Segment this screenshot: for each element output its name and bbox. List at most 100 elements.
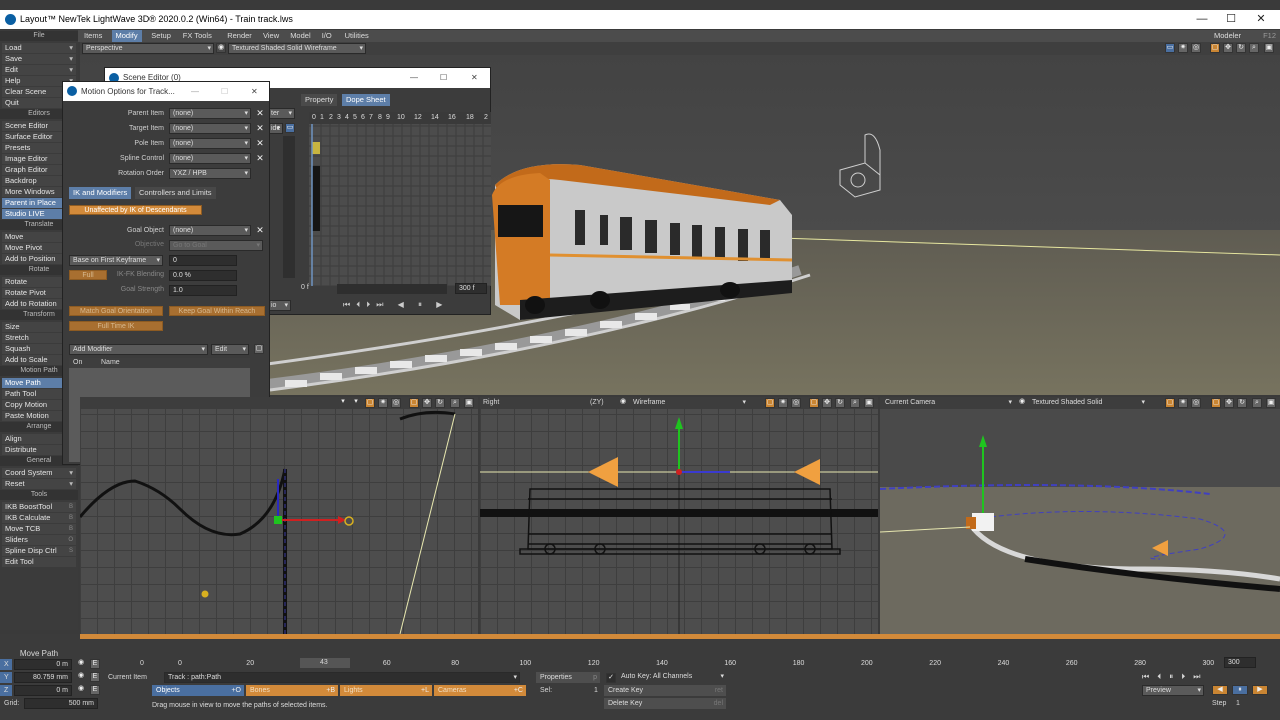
grid-value[interactable]: 500 mm: [24, 698, 98, 709]
rv-eye-icon[interactable]: ◉: [618, 398, 628, 408]
scene-close-icon[interactable]: ✕: [471, 68, 478, 88]
sidebar-item-load[interactable]: Load: [2, 43, 76, 53]
y-eye-icon[interactable]: ◉: [76, 672, 86, 682]
cv-render-icon[interactable]: ◎: [1191, 398, 1201, 408]
auto-key-checkbox[interactable]: ✓: [606, 673, 616, 683]
tab-property[interactable]: Property: [301, 94, 338, 106]
maximize-view-icon[interactable]: ▣: [1264, 43, 1274, 53]
frame-icon[interactable]: ▢: [1210, 43, 1220, 53]
maximize-icon[interactable]: ☐: [1216, 10, 1246, 29]
x-envelope-icon[interactable]: E: [90, 659, 100, 669]
keyframe-mode-select[interactable]: Base on First Keyframe: [69, 255, 163, 266]
delete-key-button[interactable]: Delete Key del: [604, 698, 726, 709]
viewport-dropdown2-icon[interactable]: ▾: [351, 398, 361, 408]
copy-icon[interactable]: ▢: [254, 344, 264, 354]
y-envelope-icon[interactable]: E: [90, 672, 100, 682]
properties-button[interactable]: Properties p: [536, 672, 600, 683]
sidebar-item-save[interactable]: Save: [2, 54, 76, 64]
keyframe-marker[interactable]: [312, 142, 320, 154]
z-value-field[interactable]: 0 m: [14, 685, 72, 696]
dope-sheet-grid[interactable]: [309, 116, 491, 286]
motion-maximize-icon[interactable]: ☐: [221, 82, 228, 101]
x-axis-label[interactable]: X: [0, 659, 12, 670]
motion-minimize-icon[interactable]: —: [191, 82, 199, 101]
sidebar-item-coord-system[interactable]: Coord System: [2, 468, 76, 478]
rv-zoom-icon[interactable]: ⌕: [850, 398, 860, 408]
timeline-slider-knob[interactable]: 43: [300, 658, 350, 668]
monitor-icon[interactable]: ▭: [1165, 43, 1175, 53]
sidebar-item-ikb-calculate[interactable]: IKB Calculate B: [2, 513, 76, 523]
z-eye-icon[interactable]: ◉: [76, 685, 86, 695]
right-viewport[interactable]: Right (ZY) ◉ Wireframe ▢ ✷ ◎ ▢ ✥ ↻ ⌕ ▣: [480, 397, 878, 634]
item-type-objects[interactable]: Objects +O: [152, 685, 244, 696]
tv-zoom-icon[interactable]: ⌕: [450, 398, 460, 408]
frame-range-slider[interactable]: [337, 284, 447, 294]
camera-select[interactable]: Current Camera: [882, 398, 1014, 409]
right-view-shading[interactable]: Wireframe: [630, 398, 748, 409]
preview-select[interactable]: Preview: [1142, 685, 1204, 696]
zoom-icon[interactable]: ⌕: [1249, 43, 1259, 53]
timeline-ruler[interactable]: 0204060801001201401601802002202402602803…: [80, 658, 1280, 668]
rv-gear-icon[interactable]: ✷: [778, 398, 788, 408]
right-view-axes[interactable]: (ZY): [590, 399, 604, 406]
playback-controls[interactable]: ⏮⏴⏸⏵⏭: [1142, 672, 1208, 682]
play-back-icon[interactable]: ◀: [1212, 685, 1228, 695]
sidebar-item-reset[interactable]: Reset: [2, 479, 76, 489]
tab-render[interactable]: Render: [223, 30, 256, 42]
camera-view-select[interactable]: Perspective: [82, 43, 214, 54]
tab-controllers-limits[interactable]: Controllers and Limits: [135, 187, 216, 199]
cv-frame2-icon[interactable]: ▢: [1211, 398, 1221, 408]
top-viewport[interactable]: ▾ ▾ ▢ ✷ ◎ ▢ ✥ ↻ ⌕ ▣: [80, 397, 478, 634]
goal-object-select[interactable]: (none): [169, 225, 251, 236]
pause-icon[interactable]: ⏸: [1232, 685, 1248, 695]
transport-controls[interactable]: ⏮⏴⏵⏭ ◀ ⏸ ▶: [343, 300, 448, 310]
gear-icon[interactable]: ✷: [1178, 43, 1188, 53]
tv-rotate-icon[interactable]: ↻: [435, 398, 445, 408]
x-eye-icon[interactable]: ◉: [76, 659, 86, 669]
camera-shading[interactable]: Textured Shaded Solid: [1029, 398, 1147, 409]
render-icon[interactable]: ◎: [1191, 43, 1201, 53]
cv-zoom-icon[interactable]: ⌕: [1252, 398, 1262, 408]
tab-model[interactable]: Model: [286, 30, 314, 42]
tab-utilities[interactable]: Utilities: [341, 30, 373, 42]
cv-eye-icon[interactable]: ◉: [1017, 398, 1027, 408]
rv-rotate-icon[interactable]: ↻: [835, 398, 845, 408]
full-time-ik-button[interactable]: Full Time IK: [69, 321, 163, 331]
close-icon[interactable]: ✕: [1246, 10, 1276, 29]
y-value-field[interactable]: 80.759 mm: [14, 672, 72, 683]
cv-frame-icon[interactable]: ▢: [1165, 398, 1175, 408]
tv-gear-icon[interactable]: ✷: [378, 398, 388, 408]
sidebar-item-move-tcb[interactable]: Move TCB B: [2, 524, 76, 534]
keyframe-field[interactable]: 0: [169, 255, 237, 266]
tv-render-icon[interactable]: ◎: [391, 398, 401, 408]
edit-select[interactable]: Edit: [211, 344, 249, 355]
goal-strength-field[interactable]: 1.0: [169, 285, 237, 296]
camera-viewport[interactable]: Current Camera ◉ Textured Shaded Solid ▢…: [880, 397, 1280, 634]
tv-move-icon[interactable]: ✥: [422, 398, 432, 408]
right-view-label[interactable]: Right: [483, 399, 499, 406]
tv-maximize-icon[interactable]: ▣: [464, 398, 474, 408]
field-select-rotation-order[interactable]: YXZ / HPB: [169, 168, 251, 179]
tab-ik-modifiers[interactable]: IK and Modifiers: [69, 187, 132, 199]
eye-icon[interactable]: ◉: [216, 43, 226, 53]
x-value-field[interactable]: 0 m: [14, 659, 72, 670]
field-select-target-item[interactable]: (none): [169, 123, 251, 134]
clear-icon[interactable]: ✕: [255, 153, 265, 163]
scene-maximize-icon[interactable]: ☐: [440, 68, 447, 88]
motion-close-icon[interactable]: ✕: [251, 82, 258, 101]
z-axis-label[interactable]: Z: [0, 685, 12, 696]
current-item-select[interactable]: Track : path:Path: [164, 672, 520, 683]
tv-frame-icon[interactable]: ▢: [365, 398, 375, 408]
match-goal-button[interactable]: Match Goal Orientation: [69, 306, 163, 316]
sidebar-item-ikb-boosttool[interactable]: IKB BoostTool B: [2, 502, 76, 512]
timeline-range-bar[interactable]: [80, 634, 1280, 639]
tab-i-o[interactable]: I/O: [318, 30, 336, 42]
rv-frame-icon[interactable]: ▢: [765, 398, 775, 408]
play-forward-icon[interactable]: ▶: [1252, 685, 1268, 695]
tab-modify[interactable]: Modify: [111, 30, 142, 42]
cv-maximize-icon[interactable]: ▣: [1266, 398, 1276, 408]
move-view-icon[interactable]: ✥: [1223, 43, 1233, 53]
field-select-pole-item[interactable]: (none): [169, 138, 251, 149]
rv-render-icon[interactable]: ◎: [791, 398, 801, 408]
ikfk-field[interactable]: 0.0 %: [169, 270, 237, 281]
